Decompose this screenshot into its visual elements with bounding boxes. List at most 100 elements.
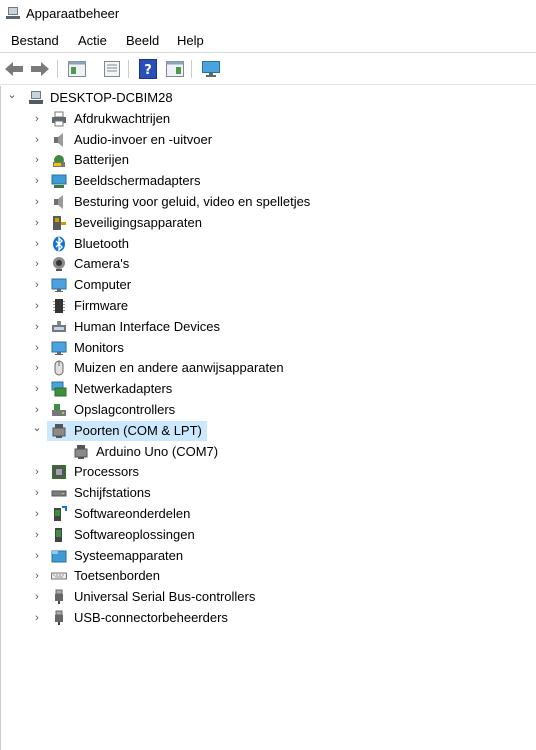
tree-item[interactable]: › Opslagcontrollers (0, 400, 470, 420)
tree-item-label: Processors (74, 464, 140, 480)
chevron-down-icon[interactable]: ⌄ (32, 421, 42, 441)
view-pane-icon[interactable] (164, 58, 186, 80)
menu-bar: Bestand Actie Beeld Help (0, 28, 536, 53)
menu-file[interactable]: Bestand (11, 33, 59, 48)
toolbar-separator (128, 60, 129, 78)
chevron-right-icon[interactable]: › (32, 608, 42, 628)
device-manager-icon (6, 7, 20, 19)
tree-item[interactable]: › Schijfstations (0, 483, 470, 503)
chevron-right-icon[interactable]: › (32, 462, 42, 482)
tree-item[interactable]: › Human Interface Devices (0, 317, 470, 337)
chevron-right-icon[interactable]: › (32, 338, 42, 358)
chevron-right-icon[interactable]: › (32, 587, 42, 607)
hid-icon (51, 319, 67, 335)
monitor-icon (51, 340, 67, 356)
back-arrow-icon[interactable] (3, 58, 25, 80)
tree-item-label: Netwerkadapters (74, 381, 173, 397)
tree-item-label: Beveiligingsapparaten (74, 214, 202, 230)
tree-item[interactable]: ⌄ Poorten (COM & LPT) (32, 420, 207, 441)
tree-item-label: Besturing voor geluid, video en spelletj… (74, 194, 311, 209)
bluetooth-icon (51, 235, 67, 252)
chevron-right-icon[interactable]: › (32, 400, 42, 420)
tree-item[interactable]: › Universal Serial Bus-controllers (0, 587, 470, 607)
tree-item[interactable]: › Monitors (0, 338, 470, 358)
chevron-right-icon[interactable]: › (32, 130, 42, 150)
network-icon (51, 381, 67, 397)
title-bar: Apparaatbeheer (0, 0, 536, 28)
tree-item-label: Softwareonderdelen (74, 506, 191, 521)
usb-icon (51, 610, 67, 626)
tree-item-label: Camera's (74, 256, 130, 272)
tree-item-label: DESKTOP-DCBIM28 (50, 90, 173, 105)
tree-item[interactable]: › Beeldschermadapters (0, 171, 470, 191)
tree-item[interactable]: › Softwareoplossingen (0, 525, 470, 545)
tree-item[interactable]: › Computer (0, 275, 470, 295)
tree-item[interactable]: › Besturing voor geluid, video en spellet… (0, 192, 470, 212)
display-adapter-icon (51, 173, 67, 189)
tree-subitem[interactable]: Arduino Uno (COM7) (0, 442, 470, 462)
monitor-icon (51, 277, 67, 293)
tree-item-label: Poorten (COM & LPT) (74, 422, 202, 438)
tree-item[interactable]: › Batterijen (0, 150, 470, 170)
tree-item[interactable]: › Processors (0, 462, 470, 482)
tree-root[interactable]: ⌄ DESKTOP-DCBIM28 (0, 88, 230, 108)
camera-icon (51, 256, 67, 272)
tree-item[interactable]: › USB-connectorbeheerders (0, 608, 470, 628)
menu-action[interactable]: Actie (78, 33, 107, 48)
chevron-right-icon[interactable]: › (32, 483, 42, 503)
chevron-right-icon[interactable]: › (32, 317, 42, 337)
software-component-icon (51, 506, 67, 522)
chevron-right-icon[interactable]: › (32, 296, 42, 316)
chevron-right-icon[interactable]: › (32, 525, 42, 545)
computer-root-icon (28, 90, 44, 106)
monitor-scan-icon[interactable] (200, 58, 222, 80)
chevron-right-icon[interactable]: › (32, 254, 42, 274)
chevron-right-icon[interactable]: › (32, 358, 42, 378)
chevron-right-icon[interactable]: › (32, 192, 42, 212)
chevron-right-icon[interactable]: › (32, 234, 42, 254)
processor-icon (51, 464, 67, 480)
chevron-right-icon[interactable]: › (32, 504, 42, 524)
tree-item-label: Opslagcontrollers (74, 402, 176, 417)
chevron-right-icon[interactable]: › (32, 213, 42, 233)
tree-item-label: Bluetooth (74, 235, 129, 251)
tree-item[interactable]: › Netwerkadapters (0, 379, 470, 399)
chevron-right-icon[interactable]: › (32, 546, 42, 566)
tree-item-label: Toetsenborden (74, 568, 161, 584)
tree-item[interactable]: › Audio-invoer en -uitvoer (0, 130, 470, 150)
chevron-right-icon[interactable]: › (32, 171, 42, 191)
tree-item-label: Beeldschermadapters (74, 173, 201, 189)
tree-item[interactable]: › Toetsenborden (0, 566, 470, 586)
tree-item-label: Batterijen (74, 152, 129, 168)
chevron-right-icon[interactable]: › (32, 566, 42, 586)
menu-help[interactable]: Help (177, 33, 204, 48)
tree-item[interactable]: › Beveiligingsapparaten (0, 213, 470, 233)
keyboard-icon (51, 568, 67, 584)
firmware-chip-icon (51, 298, 67, 314)
tree-item-label: USB-connectorbeheerders (74, 610, 228, 625)
tree-item-label: Audio-invoer en -uitvoer (74, 131, 213, 147)
tree-item[interactable]: › Systeemapparaten (0, 546, 470, 566)
chevron-right-icon[interactable]: › (32, 150, 42, 170)
tree-item-label: Systeemapparaten (74, 547, 184, 563)
properties-pane-icon[interactable] (66, 58, 88, 80)
chevron-down-icon[interactable]: ⌄ (7, 88, 17, 108)
tree-item[interactable]: › Softwareonderdelen (0, 504, 470, 524)
tree-item[interactable]: › Firmware (0, 296, 470, 316)
tree-item-label: Human Interface Devices (74, 318, 220, 334)
usb-icon (51, 589, 67, 605)
chevron-right-icon[interactable]: › (32, 109, 42, 129)
chevron-right-icon[interactable]: › (32, 379, 42, 399)
help-icon[interactable]: ? (137, 58, 159, 80)
window-title: Apparaatbeheer (26, 6, 120, 21)
menu-view[interactable]: Beeld (126, 33, 159, 48)
forward-arrow-icon[interactable] (29, 58, 51, 80)
chevron-right-icon[interactable]: › (32, 275, 42, 295)
toolbar: ? (0, 53, 536, 85)
software-device-icon (51, 527, 67, 543)
tree-item[interactable]: › Muizen en andere aanwijsapparaten (0, 358, 470, 378)
tree-item[interactable]: › Bluetooth (0, 234, 470, 254)
tree-item[interactable]: › Afdrukwachtrijen (0, 109, 470, 129)
document-icon[interactable] (101, 58, 123, 80)
tree-item[interactable]: › Camera's (0, 254, 470, 274)
